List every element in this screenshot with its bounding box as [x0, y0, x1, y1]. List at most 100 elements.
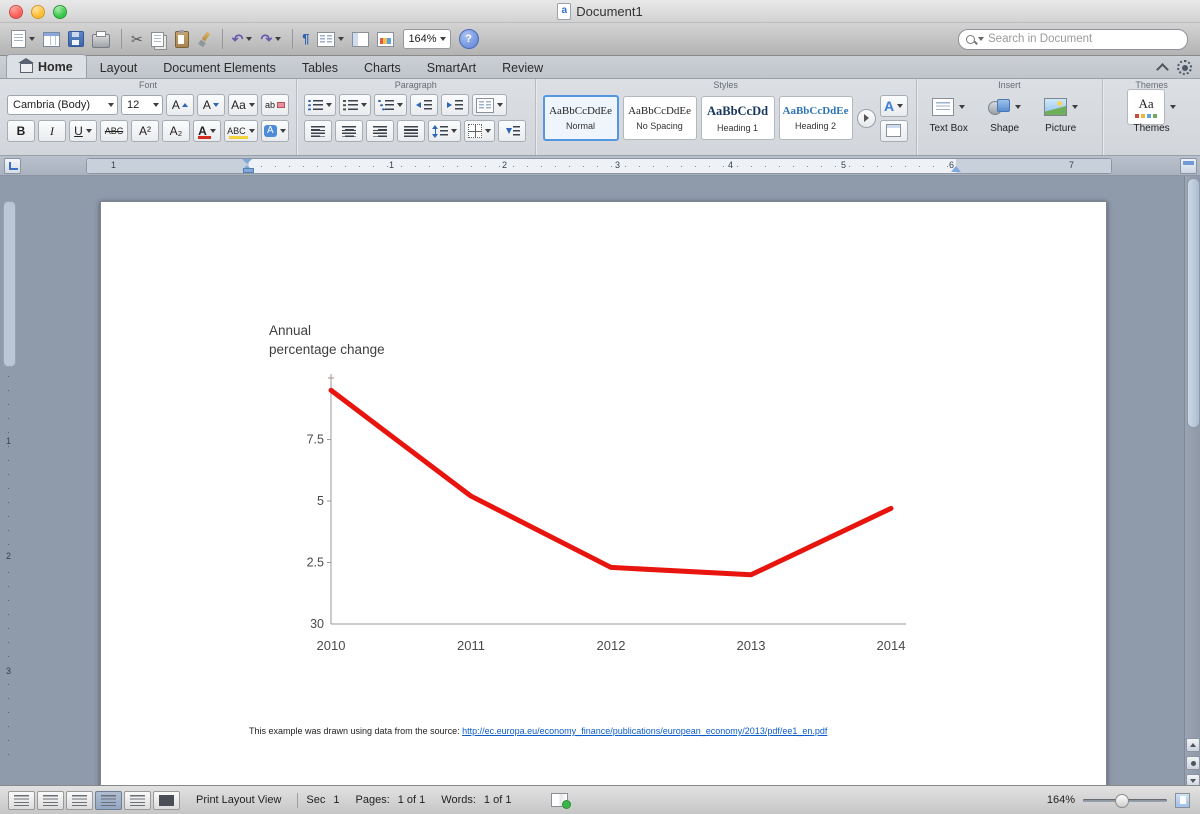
grow-font-button[interactable]: A — [166, 94, 194, 116]
pages-value[interactable]: 1 of 1 — [398, 794, 426, 806]
show-button[interactable] — [349, 30, 372, 49]
font-color-button[interactable]: A — [193, 120, 221, 142]
increase-indent-button[interactable] — [441, 94, 469, 116]
clear-formatting-button[interactable]: ab — [261, 94, 289, 116]
align-right-button[interactable] — [366, 120, 394, 142]
character-shading-button[interactable]: A — [261, 120, 289, 142]
increase-indent-icon — [447, 100, 463, 111]
cut-button[interactable]: ✂ — [128, 29, 146, 49]
select-browse-object-button[interactable] — [1186, 756, 1200, 770]
tab-smartart[interactable]: SmartArt — [414, 56, 489, 78]
shape-button[interactable]: Shape — [980, 94, 1030, 134]
tab-layout[interactable]: Layout — [87, 56, 151, 78]
ruler-toggle-button[interactable] — [1180, 158, 1197, 174]
svg-text:7.5: 7.5 — [307, 433, 324, 447]
redo-button[interactable]: ↷ — [257, 29, 284, 49]
zoom-slider-knob[interactable] — [1115, 794, 1129, 808]
borders-button[interactable] — [464, 120, 495, 142]
zoom-combo[interactable]: 164% — [403, 29, 450, 49]
justify-button[interactable] — [397, 120, 425, 142]
font-name-combo[interactable]: Cambria (Body) — [7, 95, 118, 115]
format-painter-button[interactable] — [194, 30, 214, 49]
left-indent-marker[interactable] — [243, 168, 254, 173]
align-center-button[interactable] — [335, 120, 363, 142]
bold-button[interactable]: B — [7, 120, 35, 142]
highlight-button[interactable]: ABC — [224, 120, 258, 142]
close-button[interactable] — [9, 5, 23, 19]
scrollbar-thumb[interactable] — [1187, 178, 1200, 428]
themes-button[interactable]: Aa Themes — [1127, 94, 1176, 134]
search-input[interactable] — [986, 32, 1187, 46]
undo-button[interactable]: ↶ — [229, 29, 256, 49]
shrink-font-button[interactable]: A — [197, 94, 225, 116]
print-button[interactable] — [89, 29, 113, 50]
dropdown-arrow-icon — [29, 37, 35, 41]
show-formatting-marks-button[interactable]: ¶ — [299, 29, 312, 49]
browse-previous-button[interactable] — [1186, 738, 1200, 752]
numbering-button[interactable] — [339, 94, 371, 116]
style-heading-2[interactable]: AaBbCcDdEe Heading 2 — [779, 96, 853, 140]
view-publishing-button[interactable] — [66, 791, 93, 810]
search-field[interactable] — [958, 29, 1188, 50]
subscript-button[interactable]: A₂ — [162, 120, 190, 142]
view-focus-button[interactable] — [153, 791, 180, 810]
collapse-ribbon-icon[interactable] — [1156, 63, 1169, 76]
align-left-button[interactable] — [304, 120, 332, 142]
source-link[interactable]: http://ec.europa.eu/economy_finance/publ… — [462, 726, 827, 736]
vertical-scrollbar[interactable] — [1184, 176, 1200, 791]
picture-button[interactable]: Picture — [1036, 94, 1086, 134]
multilevel-list-button[interactable] — [374, 94, 407, 116]
style-normal[interactable]: AaBbCcDdEe Normal — [543, 95, 619, 141]
help-button[interactable]: ? — [459, 29, 479, 49]
tab-selector[interactable] — [4, 158, 21, 174]
font-size-combo[interactable]: 12 — [121, 95, 163, 115]
maximize-button[interactable] — [53, 5, 67, 19]
strikethrough-button[interactable]: ABC — [100, 120, 128, 142]
paste-button[interactable] — [172, 29, 192, 50]
right-arrow-icon — [864, 114, 869, 122]
minimize-button[interactable] — [31, 5, 45, 19]
line-spacing-button[interactable] — [428, 120, 461, 142]
sort-button[interactable] — [498, 120, 526, 142]
spelling-status-icon[interactable] — [551, 793, 568, 807]
view-outline-button[interactable] — [37, 791, 64, 810]
styles-pane-button[interactable] — [880, 120, 908, 142]
save-button[interactable] — [65, 29, 87, 49]
decrease-indent-button[interactable] — [410, 94, 438, 116]
text-box-button[interactable]: Text Box — [924, 94, 974, 134]
gear-icon[interactable] — [1177, 60, 1192, 75]
horizontal-ruler[interactable]: 1 1 2 3 4 5 6 7 — [86, 158, 1112, 174]
underline-button[interactable]: U — [69, 120, 97, 142]
change-case-button[interactable]: Aa — [228, 94, 258, 116]
gallery-button[interactable] — [374, 30, 397, 49]
fit-page-icon[interactable] — [1175, 793, 1190, 808]
right-indent-marker[interactable] — [951, 166, 961, 172]
tab-document-elements[interactable]: Document Elements — [150, 56, 289, 78]
text-columns-button[interactable] — [472, 94, 507, 116]
view-draft-button[interactable] — [8, 791, 35, 810]
vertical-ruler[interactable]: 1 2 3 — [0, 176, 19, 791]
open-button[interactable] — [40, 30, 63, 49]
document-page[interactable]: Annual percentage change 2.557.530201020… — [100, 201, 1107, 791]
tab-review-label: Review — [502, 61, 543, 75]
columns-button[interactable] — [314, 30, 347, 49]
tab-home[interactable]: Home — [6, 54, 87, 78]
view-notebook-button[interactable] — [124, 791, 151, 810]
text-effects-button[interactable]: A — [880, 95, 908, 117]
new-document-button[interactable] — [8, 28, 38, 50]
bullets-button[interactable] — [304, 94, 336, 116]
tab-charts[interactable]: Charts — [351, 56, 414, 78]
italic-button[interactable]: I — [38, 120, 66, 142]
search-scope-arrow-icon[interactable] — [978, 37, 984, 41]
tab-review[interactable]: Review — [489, 56, 556, 78]
style-heading-1[interactable]: AaBbCcDd Heading 1 — [701, 96, 775, 140]
style-no-spacing[interactable]: AaBbCcDdEe No Spacing — [623, 96, 697, 140]
words-value[interactable]: 1 of 1 — [484, 794, 512, 806]
view-print-layout-button[interactable] — [95, 791, 122, 810]
copy-button[interactable] — [148, 30, 170, 49]
zoom-slider[interactable] — [1083, 799, 1167, 802]
superscript-button[interactable]: A² — [131, 120, 159, 142]
more-styles-button[interactable] — [857, 109, 876, 128]
first-line-indent-marker[interactable] — [242, 159, 252, 164]
tab-tables[interactable]: Tables — [289, 56, 351, 78]
